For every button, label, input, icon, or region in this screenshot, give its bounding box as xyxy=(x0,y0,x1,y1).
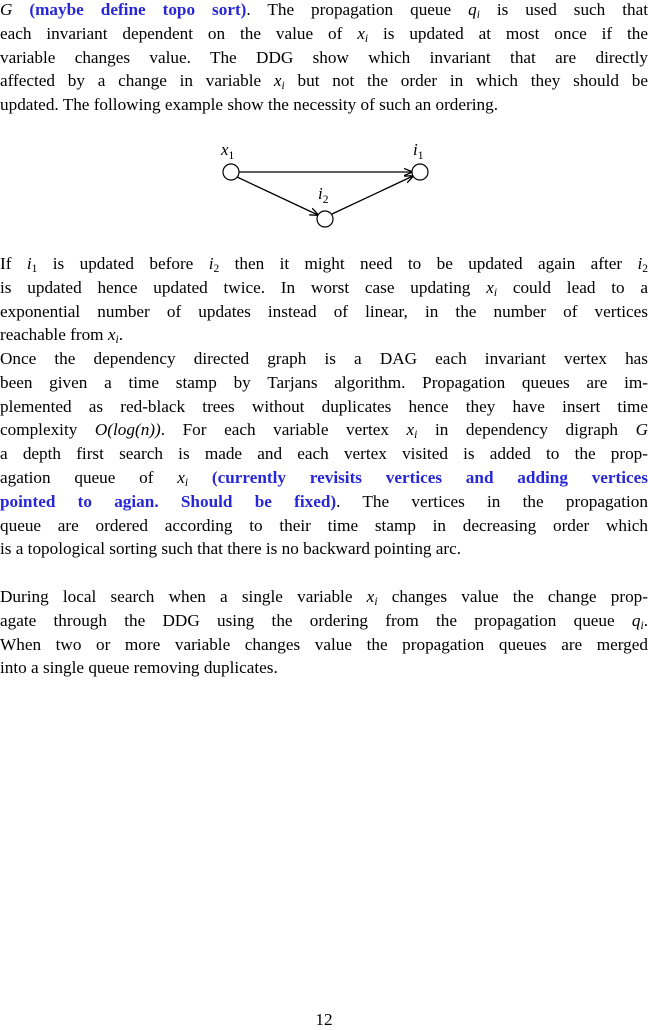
intro-line-5: updated. The following example show the … xyxy=(0,95,498,115)
para2-line-2: is updated hence updated twice. In worst… xyxy=(0,277,648,299)
node-i2 xyxy=(316,210,334,228)
edge-x1-i2 xyxy=(236,176,318,215)
editor-note: (currently revisits vertices and adding … xyxy=(188,467,648,487)
para3-line-1: Once the dependency directed graph is a … xyxy=(0,349,648,368)
paragraph-3: Once the dependency directed graph is a … xyxy=(0,347,648,561)
para3-line-2: been given a time stamp by Tarjans algor… xyxy=(0,372,648,392)
para3-line-4: complexity O(log(n)). For each variable … xyxy=(0,420,648,442)
intro-line-3: variable changes value. The DDG show whi… xyxy=(0,47,648,67)
para4-line-4: into a single queue removing duplicates. xyxy=(0,658,278,678)
edge-i2-i1 xyxy=(331,176,413,215)
para2-line-1: If i1 is updated before i2 then it might… xyxy=(0,254,648,275)
document-page: G (maybe define topo sort). The propagat… xyxy=(0,0,648,1029)
editor-note: pointed to agian. Should be fixed) xyxy=(0,491,337,511)
para4-line-1: During local search when a single variab… xyxy=(0,587,648,608)
intro-paragraph: G (maybe define topo sort). The propagat… xyxy=(0,0,648,117)
intro-line-4: affected by a change in variable xi but … xyxy=(0,71,648,93)
paragraph-2: If i1 is updated before i2 then it might… xyxy=(0,252,648,347)
editor-note: (maybe define topo sort) xyxy=(29,0,247,19)
node-label-i2: i2 xyxy=(318,184,329,206)
dependency-graph-diagram: x1 i1 i2 xyxy=(220,140,429,228)
para3-line-5: a depth first search is made and each ve… xyxy=(0,444,648,464)
para4-line-3: When two or more variable changes value … xyxy=(0,634,648,654)
para4-line-2: agate through the DDG using the ordering… xyxy=(0,610,648,632)
para2-line-3: exponential number of updates instead of… xyxy=(0,301,648,321)
paragraph-4: During local search when a single variab… xyxy=(0,585,648,680)
page-number: 12 xyxy=(315,1010,333,1029)
para3-line-6: agation queue of xi (currently revisits … xyxy=(0,467,648,489)
node-label-x1: x1 xyxy=(220,140,235,162)
intro-line-2: each invariant dependent on the value of… xyxy=(0,23,648,45)
para2-line-4: reachable from xi. xyxy=(0,325,123,347)
para3-line-3: plemented as red-black trees without dup… xyxy=(0,396,648,416)
para3-line-8: queue are ordered according to their tim… xyxy=(0,515,648,535)
node-label-i1: i1 xyxy=(413,140,424,162)
para3-line-7: pointed to agian. Should be fixed). The … xyxy=(0,491,648,511)
node-x1 xyxy=(222,163,240,181)
node-i1 xyxy=(411,163,429,181)
para3-line-9: is a topological sorting such that there… xyxy=(0,539,462,559)
intro-line-1: G (maybe define topo sort). The propagat… xyxy=(0,0,648,21)
